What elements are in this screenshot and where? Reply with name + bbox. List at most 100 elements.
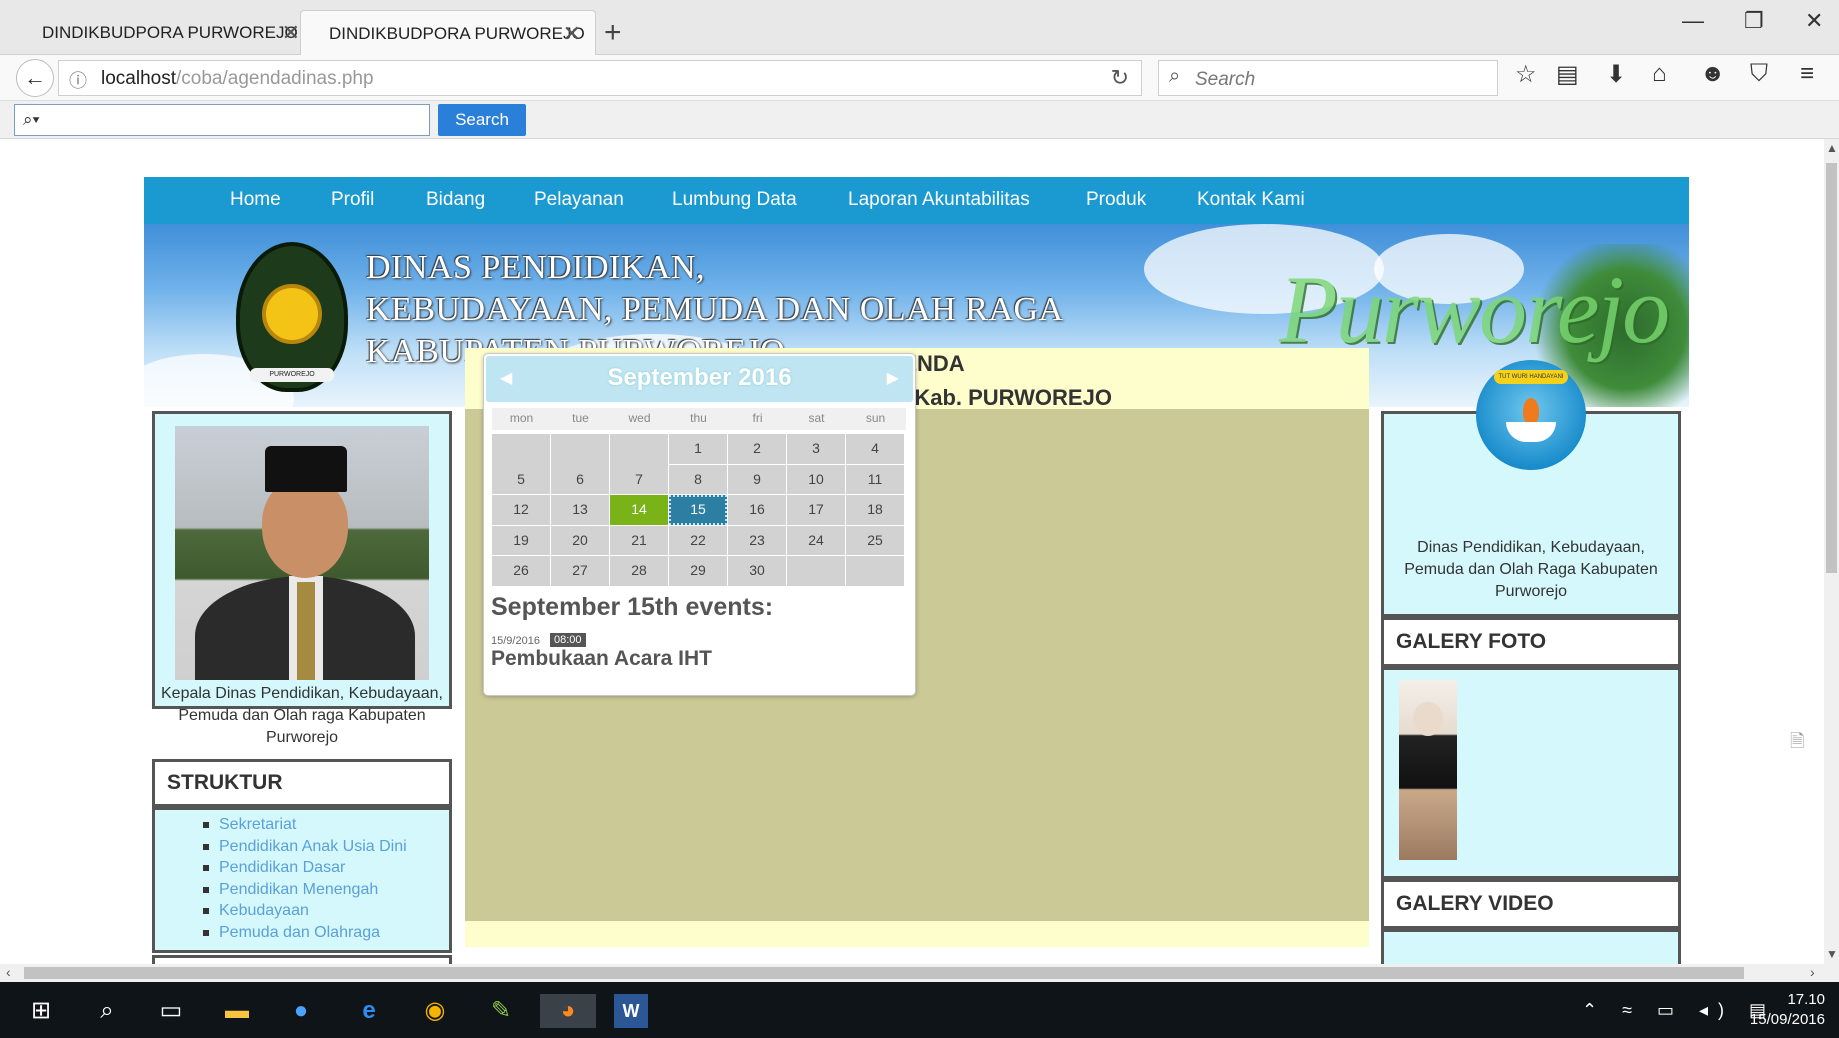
home-icon[interactable]: ⌂ (1652, 60, 1667, 88)
calendar-day[interactable]: 17 (787, 495, 845, 525)
menu-item-bidang[interactable]: Bidang (426, 189, 485, 211)
calendar-day[interactable]: 4 (846, 434, 904, 464)
calendar-day[interactable]: 26 (492, 556, 550, 586)
find-input[interactable]: ⌕▾ (14, 104, 430, 136)
tab-close-icon[interactable]: ✕ (282, 10, 300, 55)
calendar-day[interactable]: 1 (669, 434, 727, 464)
calendar-day[interactable]: 29 (669, 556, 727, 586)
url-bar[interactable]: ⓘ localhost/coba/agendadinas.php ↻ (58, 60, 1142, 96)
back-arrow-icon[interactable]: ← (16, 59, 54, 97)
scroll-left-icon[interactable]: ‹ (6, 964, 11, 980)
menu-item-profil[interactable]: Profil (331, 189, 374, 211)
galery-video-panel (1381, 929, 1681, 964)
horizontal-scrollbar[interactable]: ‹ › (0, 964, 1839, 982)
galery-foto-thumbnail[interactable] (1399, 680, 1457, 860)
calendar-day[interactable]: 30 (728, 556, 786, 586)
pocket-icon[interactable]: ⛉ (1750, 60, 1768, 88)
reading-list-icon[interactable]: ▤ (1556, 60, 1579, 89)
calendar-day[interactable]: 6 (551, 464, 609, 494)
calendar-day[interactable]: 11 (846, 464, 904, 494)
restore-icon[interactable]: ❐ (1744, 8, 1764, 34)
menu-icon[interactable]: ≡ (1800, 60, 1814, 88)
task-view-icon[interactable]: ▭ (154, 994, 188, 1028)
calendar-day[interactable]: 5 (492, 464, 550, 494)
calendar-day[interactable]: 19 (492, 525, 550, 555)
next-month-icon[interactable]: ▶ (887, 368, 899, 388)
menu-item-produk[interactable]: Produk (1086, 189, 1146, 211)
calendar-day[interactable]: 7 (610, 464, 668, 494)
event-name[interactable]: Pembukaan Acara IHT (491, 647, 712, 671)
tab-close-icon[interactable]: ✕ (563, 11, 581, 56)
download-icon[interactable]: ⬇ (1606, 60, 1626, 89)
vertical-scrollbar[interactable]: ▲ ▼ (1824, 139, 1839, 964)
close-window-icon[interactable]: ✕ (1805, 8, 1823, 34)
horizontal-scroll-thumb[interactable] (24, 967, 1744, 979)
word-icon[interactable]: W (614, 994, 648, 1028)
struktur-link-pendidikan-menengah[interactable]: Pendidikan Menengah (203, 879, 407, 901)
calendar-day[interactable]: 23 (728, 525, 786, 555)
system-tray-icons[interactable]: ⌃ ≈ ▭ ◂) ▤ (1582, 1000, 1776, 1021)
calendar-day[interactable]: 12 (492, 495, 550, 525)
windows-start-icon[interactable]: ⊞ (24, 994, 58, 1028)
weekday-label: wed (628, 411, 651, 425)
struktur-link-kebudayaan[interactable]: Kebudayaan (203, 900, 407, 922)
search-icon: ⌕ (1169, 65, 1181, 87)
scroll-right-icon[interactable]: › (1810, 964, 1815, 980)
calendar-day[interactable]: 9 (728, 464, 786, 494)
edge-browser-icon[interactable]: e (352, 994, 386, 1028)
minimize-icon[interactable]: — (1682, 8, 1704, 34)
calendar-day[interactable]: 10 (787, 464, 845, 494)
photo-person (1413, 702, 1443, 736)
notepad-icon[interactable]: ✎ (484, 994, 518, 1028)
struktur-link-pendidikan-dasar[interactable]: Pendidikan Dasar (203, 857, 407, 879)
menu-item-pelayanan[interactable]: Pelayanan (534, 189, 624, 211)
calendar-day[interactable]: 8 (669, 464, 727, 494)
menu-item-laporan-akuntabilitas[interactable]: Laporan Akuntabilitas (848, 189, 1030, 211)
banner-title-line1: DINAS PENDIDIKAN, (366, 249, 706, 286)
vertical-scroll-thumb[interactable] (1826, 163, 1837, 573)
calendar-day[interactable]: 3 (787, 434, 845, 464)
weekday-label: fri (752, 411, 763, 425)
new-tab-button[interactable]: + (604, 10, 622, 55)
browser-tab[interactable]: DINDIKBUDPORA PURWOREJO ✕ (14, 10, 314, 55)
calendar-day[interactable]: 13 (551, 495, 609, 525)
calendar-day[interactable]: 15 (669, 495, 727, 525)
chat-icon[interactable]: ☻ (1700, 60, 1725, 88)
menu-item-home[interactable]: Home (230, 189, 281, 211)
struktur-link-paud[interactable]: Pendidikan Anak Usia Dini (203, 836, 407, 858)
struktur-link-pemuda-olahraga[interactable]: Pemuda dan Olahraga (203, 922, 407, 944)
calendar-day[interactable]: 21 (610, 525, 668, 555)
calendar-day[interactable]: 18 (846, 495, 904, 525)
calendar-day[interactable]: 25 (846, 525, 904, 555)
logo-ribbon: TUT WURI HANDAYANI (1494, 370, 1568, 384)
chrome-icon[interactable]: ◉ (418, 994, 452, 1028)
logo-book (1506, 422, 1556, 442)
browser-search-input[interactable]: ⌕ Search (1158, 60, 1498, 96)
menu-item-kontak-kami[interactable]: Kontak Kami (1197, 189, 1305, 211)
galery-video-heading: GALERY VIDEO (1381, 879, 1681, 929)
calendar-day[interactable]: 28 (610, 556, 668, 586)
search-icon[interactable]: ⌕ (90, 994, 124, 1028)
scroll-up-icon[interactable]: ▲ (1826, 141, 1838, 155)
file-explorer-icon[interactable]: ▬ (220, 994, 254, 1028)
find-search-icon[interactable]: ⌕▾ (23, 110, 40, 130)
reload-icon[interactable]: ↻ (1111, 65, 1129, 91)
search-app-icon[interactable]: ● (284, 994, 318, 1028)
browser-tab-active[interactable]: DINDIKBUDPORA PURWOREJO ✕ (300, 10, 596, 55)
find-search-button[interactable]: Search (438, 104, 526, 136)
calendar-day[interactable]: 22 (669, 525, 727, 555)
calendar-day[interactable]: 16 (728, 495, 786, 525)
clock[interactable]: 17.10 15/09/2016 (1750, 990, 1825, 1030)
calendar-day[interactable]: 24 (787, 525, 845, 555)
calendar-day[interactable]: 14 (610, 495, 668, 525)
star-icon[interactable]: ☆ (1515, 60, 1537, 89)
calendar-day[interactable]: 27 (551, 556, 609, 586)
firefox-icon[interactable]: ◕ (540, 994, 596, 1028)
info-icon[interactable]: ⓘ (69, 67, 87, 93)
calendar-day[interactable]: 2 (728, 434, 786, 464)
document-icon[interactable]: 🗎 (1790, 729, 1804, 759)
calendar-day[interactable]: 20 (551, 525, 609, 555)
struktur-link-sekretariat[interactable]: Sekretariat (203, 814, 407, 836)
menu-item-lumbung-data[interactable]: Lumbung Data (672, 189, 797, 211)
scroll-down-icon[interactable]: ▼ (1826, 947, 1838, 961)
